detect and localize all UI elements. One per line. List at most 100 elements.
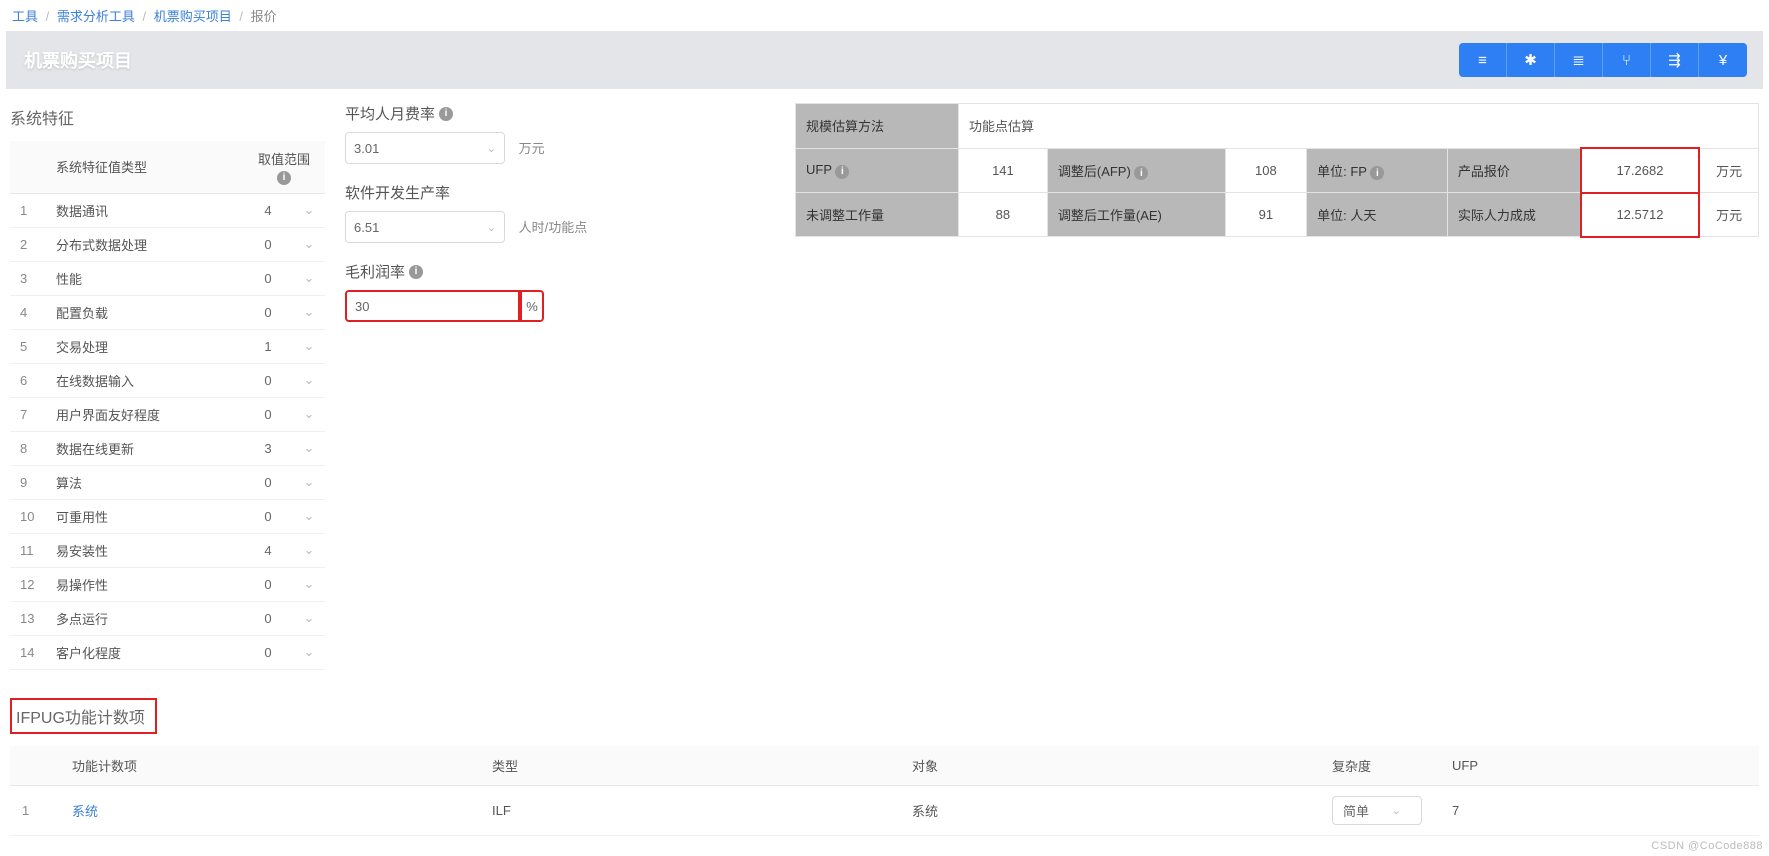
chevron-down-icon[interactable]: ⌄	[293, 227, 325, 261]
table-row: 2分布式数据处理0⌄	[10, 227, 325, 261]
table-row: 1数据通讯4⌄	[10, 193, 325, 227]
chevron-down-icon[interactable]: ⌄	[293, 363, 325, 397]
ifpug-header-idx	[10, 746, 60, 786]
row-index: 13	[10, 601, 46, 635]
chevron-down-icon[interactable]: ⌄	[293, 533, 325, 567]
table-row: 12易操作性0⌄	[10, 567, 325, 601]
char-value: 0	[243, 363, 293, 397]
quote-label: 产品报价	[1447, 148, 1580, 193]
table-row: 8数据在线更新3⌄	[10, 431, 325, 465]
margin-unit: %	[520, 290, 544, 322]
char-name: 可重用性	[46, 499, 243, 533]
char-value: 0	[243, 635, 293, 669]
char-name: 配置负载	[46, 295, 243, 329]
row-index: 6	[10, 363, 46, 397]
ae-label: 调整后工作量(AE)	[1047, 193, 1225, 237]
table-row: 11易安装性4⌄	[10, 533, 325, 567]
estimation-table: 规模估算方法 功能点估算 UFP i 141 调整后(AFP) i 108 单位…	[795, 103, 1759, 238]
chevron-down-icon[interactable]: ⌄	[293, 329, 325, 363]
breadcrumb-link[interactable]: 需求分析工具	[57, 9, 135, 24]
table-row: 13多点运行0⌄	[10, 601, 325, 635]
chevron-down-icon[interactable]: ⌄	[293, 295, 325, 329]
info-icon[interactable]: i	[439, 107, 453, 121]
breadcrumb-sep: /	[143, 9, 147, 24]
info-icon[interactable]: i	[277, 171, 291, 185]
breadcrumb-link[interactable]: 机票购买项目	[154, 9, 232, 24]
row-index: 1	[10, 193, 46, 227]
ifpug-title: IFPUG功能计数项	[10, 698, 157, 734]
productivity-unit: 人时/功能点	[519, 220, 588, 235]
toolbar: ≡ ✱ ≣ ⑂ ⇶ ¥	[1459, 43, 1747, 77]
ufp-label: UFP i	[796, 148, 959, 193]
chevron-down-icon[interactable]: ⌄	[293, 465, 325, 499]
unit-pd-label: 单位: 人天	[1307, 193, 1448, 237]
info-icon[interactable]: i	[1370, 166, 1384, 180]
ifpug-header-type: 类型	[480, 746, 900, 786]
table-row: 14客户化程度0⌄	[10, 635, 325, 669]
quote-value: 17.2682	[1581, 148, 1700, 193]
breadcrumb-link[interactable]: 工具	[12, 9, 38, 24]
gear-icon[interactable]: ✱	[1507, 43, 1555, 77]
char-value: 0	[243, 227, 293, 261]
indent-icon[interactable]: ⇶	[1651, 43, 1699, 77]
chevron-down-icon[interactable]: ⌄	[293, 567, 325, 601]
char-name: 数据在线更新	[46, 431, 243, 465]
row-index: 9	[10, 465, 46, 499]
char-name: 交易处理	[46, 329, 243, 363]
char-value: 0	[243, 567, 293, 601]
char-value: 0	[243, 295, 293, 329]
ifpug-header-item: 功能计数项	[60, 746, 480, 786]
ifpug-item: 系统	[60, 785, 480, 835]
row-index: 3	[10, 261, 46, 295]
breadcrumb-sep: /	[239, 9, 243, 24]
ifpug-complexity: 简单⌄	[1320, 785, 1440, 835]
char-value: 1	[243, 329, 293, 363]
chevron-down-icon[interactable]: ⌄	[293, 601, 325, 635]
chevron-down-icon[interactable]: ⌄	[293, 193, 325, 227]
characteristics-table: 系统特征值类型 取值范围 i 1数据通讯4⌄2分布式数据处理0⌄3性能0⌄4配置…	[10, 141, 325, 670]
row-index: 8	[10, 431, 46, 465]
ifpug-object: 系统	[900, 785, 1320, 835]
chevron-down-icon[interactable]: ⌄	[293, 635, 325, 669]
info-icon[interactable]: i	[1134, 166, 1148, 180]
chevron-down-icon[interactable]: ⌄	[293, 431, 325, 465]
breadcrumb-current: 报价	[251, 9, 277, 24]
row-index: 5	[10, 329, 46, 363]
avg-cost-label: 平均人月费率 i	[345, 103, 775, 124]
share-icon[interactable]: ⑂	[1603, 43, 1651, 77]
margin-input[interactable]: 30	[345, 290, 520, 322]
productivity-select[interactable]: 6.51 ⌄	[345, 211, 505, 243]
ifpug-header-ufp: UFP	[1440, 746, 1759, 786]
cost-value: 12.5712	[1581, 193, 1700, 237]
char-value: 4	[243, 193, 293, 227]
avg-cost-unit: 万元	[519, 141, 545, 156]
avg-cost-select[interactable]: 3.01 ⌄	[345, 132, 505, 164]
ifpug-header-object: 对象	[900, 746, 1320, 786]
info-icon[interactable]: i	[409, 265, 423, 279]
currency-icon[interactable]: ¥	[1699, 43, 1747, 77]
chevron-down-icon: ⌄	[487, 142, 496, 155]
row-index: 7	[10, 397, 46, 431]
table-row: 1系统ILF系统简单⌄7	[10, 785, 1759, 835]
ifpug-item-link[interactable]: 系统	[72, 804, 98, 819]
table-row: 5交易处理1⌄	[10, 329, 325, 363]
chevron-down-icon[interactable]: ⌄	[293, 499, 325, 533]
info-icon[interactable]: i	[835, 165, 849, 179]
chevron-down-icon[interactable]: ⌄	[293, 397, 325, 431]
breadcrumb: 工具 / 需求分析工具 / 机票购买项目 / 报价	[0, 0, 1769, 31]
cost-label: 实际人力成成	[1447, 193, 1580, 237]
afp-label: 调整后(AFP) i	[1047, 148, 1225, 193]
char-name: 分布式数据处理	[46, 227, 243, 261]
char-name: 用户界面友好程度	[46, 397, 243, 431]
sliders-icon[interactable]: ≣	[1555, 43, 1603, 77]
chevron-down-icon: ⌄	[487, 221, 496, 234]
ae-value: 91	[1225, 193, 1306, 237]
method-value: 功能点估算	[958, 104, 1758, 149]
page-title: 机票购买项目	[12, 47, 132, 73]
list-icon[interactable]: ≡	[1459, 43, 1507, 77]
row-index: 14	[10, 635, 46, 669]
chevron-down-icon[interactable]: ⌄	[293, 261, 325, 295]
char-name: 易操作性	[46, 567, 243, 601]
cost-unit: 万元	[1699, 193, 1758, 237]
complexity-select[interactable]: 简单⌄	[1332, 796, 1422, 825]
